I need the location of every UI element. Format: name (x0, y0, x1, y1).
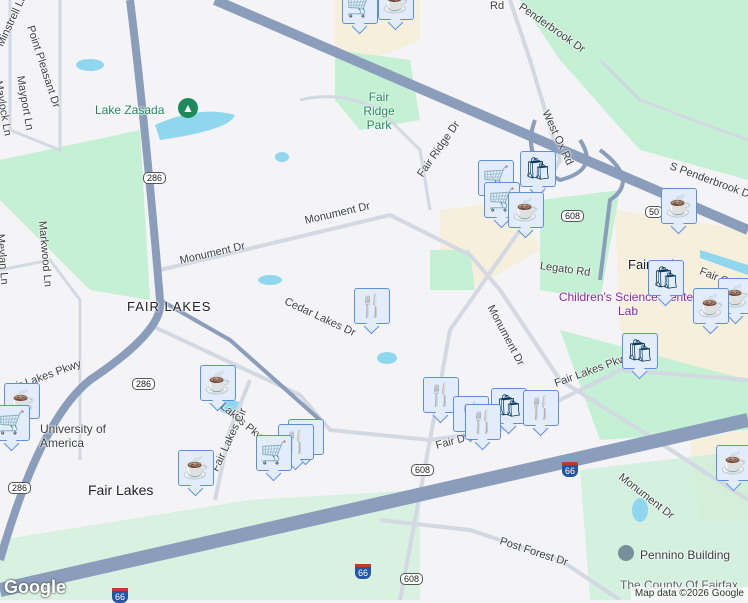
fork-knife-icon: 🍴 (358, 293, 386, 318)
store-marker[interactable]: 🛍 (520, 151, 556, 187)
town-label: Fair Lakes (88, 482, 154, 498)
cart-icon: 🛒 (260, 440, 288, 465)
i66-shield: 66 (112, 588, 129, 603)
coffee-icon: ☕ (204, 370, 232, 395)
route-608-shield: 608 (561, 210, 585, 222)
poi-label[interactable]: Pennino Building (640, 548, 730, 562)
cart-icon: 🛒 (346, 0, 374, 18)
cafe-marker[interactable]: ☕ (178, 450, 214, 486)
map-attribution[interactable]: Map data ©2026 Google (630, 587, 748, 600)
restaurant-marker[interactable]: 🍴 (465, 404, 501, 440)
park-label: Fair Ridge Park (363, 90, 395, 132)
route-608-shield: 608 (411, 464, 435, 476)
restaurant-marker[interactable]: 🍴 (523, 390, 559, 426)
cafe-marker[interactable]: ☕ (508, 192, 544, 228)
bag-icon: 🛍 (626, 338, 654, 363)
building-icon (618, 545, 634, 561)
i66-shield: 66 (355, 564, 372, 579)
fork-knife-icon: 🍴 (469, 409, 497, 434)
fork-knife-icon: 🍴 (427, 382, 455, 407)
route-608-shield: 608 (400, 573, 424, 585)
cafe-marker[interactable]: ☕ (693, 288, 729, 324)
restaurant-marker[interactable]: 🍴 (354, 288, 390, 324)
park-label: Lake Zasada (95, 103, 165, 117)
coffee-icon: ☕ (382, 0, 410, 14)
coffee-icon: ☕ (182, 455, 210, 480)
route-286-shield: 286 (132, 378, 156, 390)
shopping-marker[interactable]: 🛒 (256, 435, 292, 471)
coffee-icon: ☕ (665, 193, 693, 218)
cafe-marker[interactable]: ☕ (378, 0, 414, 20)
coffee-icon: ☕ (512, 197, 540, 222)
i66-shield: 66 (562, 462, 579, 477)
area-label: FAIR LAKES (127, 299, 212, 314)
shopping-marker[interactable]: 🛒 (342, 0, 378, 24)
coffee-icon: ☕ (720, 450, 748, 475)
coffee-icon: ☕ (697, 293, 725, 318)
cafe-marker[interactable]: ☕ (661, 188, 697, 224)
cart-icon: 🛒 (0, 410, 26, 435)
cafe-marker[interactable]: ☕ (200, 365, 236, 401)
route-286-shield: 286 (8, 482, 32, 494)
tree-icon: ▲ (178, 98, 198, 118)
store-marker[interactable]: 🛍 (622, 333, 658, 369)
shopping-marker[interactable]: 🛒 (0, 405, 30, 441)
store-marker[interactable]: 🛍 (648, 260, 684, 296)
bag-icon: 🛍 (652, 265, 680, 290)
google-logo: Google (4, 577, 66, 597)
street-label: Rd (490, 0, 505, 12)
bag-icon: 🛍 (524, 156, 552, 181)
poi-label: University of America (40, 422, 107, 450)
route-286-shield: 286 (143, 172, 167, 184)
cafe-marker[interactable]: ☕ (716, 445, 748, 481)
fork-knife-icon: 🍴 (527, 395, 555, 420)
